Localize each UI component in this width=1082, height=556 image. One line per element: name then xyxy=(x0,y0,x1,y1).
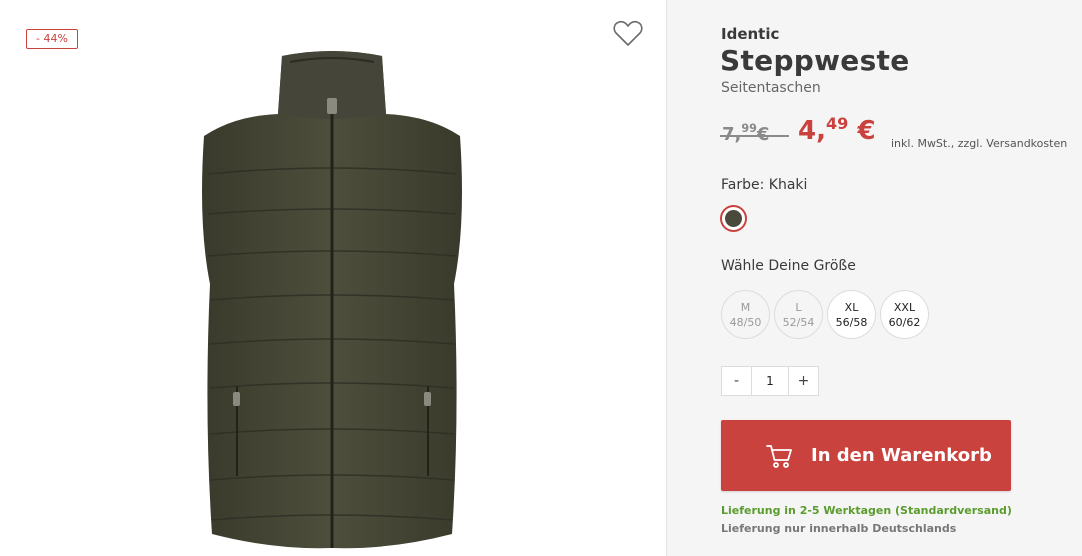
old-price: 7,99€ xyxy=(720,122,790,145)
size-name: M xyxy=(740,300,751,314)
delivery-region-note: Lieferung nur innerhalb Deutschlands xyxy=(721,522,957,535)
quantity-input[interactable]: 1 xyxy=(751,367,789,395)
color-swatch-khaki[interactable] xyxy=(720,205,747,232)
product-image-vest xyxy=(190,44,474,556)
price-main: 4, xyxy=(798,116,826,146)
swatch-fill xyxy=(725,210,742,227)
size-name: XXL xyxy=(893,300,916,314)
size-name: L xyxy=(795,300,802,314)
color-label: Farbe: Khaki xyxy=(721,177,808,193)
product-image-panel: - 44% xyxy=(0,0,666,556)
price-currency: € xyxy=(857,116,876,146)
delivery-time: Lieferung in 2-5 Werktagen (Standardvers… xyxy=(721,504,1012,517)
quantity-increase-button[interactable]: + xyxy=(789,367,818,395)
shopping-cart-icon xyxy=(766,444,792,468)
strikethrough-line xyxy=(720,135,790,137)
size-option-xl[interactable]: XL 56/58 xyxy=(827,290,876,339)
size-name: XL xyxy=(844,300,859,314)
product-title: Steppweste xyxy=(720,44,910,77)
wishlist-heart-icon[interactable] xyxy=(612,18,644,48)
tax-note: inkl. MwSt., zzgl. Versandkosten xyxy=(891,137,1068,150)
size-option-m[interactable]: M 48/50 xyxy=(721,290,770,339)
discount-badge: - 44% xyxy=(26,29,78,49)
size-value: 60/62 xyxy=(888,315,921,329)
current-price: 4,49 € xyxy=(798,114,876,146)
size-value: 48/50 xyxy=(729,315,762,329)
quantity-decrease-button[interactable]: - xyxy=(722,367,751,395)
size-value: 56/58 xyxy=(835,315,868,329)
add-to-cart-button[interactable]: In den Warenkorb xyxy=(721,420,1011,491)
product-info-panel: Identic Steppweste Seitentaschen 7,99€ 4… xyxy=(666,0,1082,556)
size-option-xxl[interactable]: XXL 60/62 xyxy=(880,290,929,339)
add-to-cart-label: In den Warenkorb xyxy=(811,445,992,466)
quantity-stepper: - 1 + xyxy=(721,366,819,396)
size-options: M 48/50 L 52/54 XL 56/58 XXL 60/62 xyxy=(721,290,929,339)
size-value: 52/54 xyxy=(782,315,815,329)
product-brand[interactable]: Identic xyxy=(721,25,779,43)
price-cents: 49 xyxy=(825,114,849,133)
size-label: Wähle Deine Größe xyxy=(721,258,856,274)
old-price-cents: 99 xyxy=(741,122,757,135)
product-subtitle: Seitentaschen xyxy=(721,80,821,96)
size-option-l[interactable]: L 52/54 xyxy=(774,290,823,339)
